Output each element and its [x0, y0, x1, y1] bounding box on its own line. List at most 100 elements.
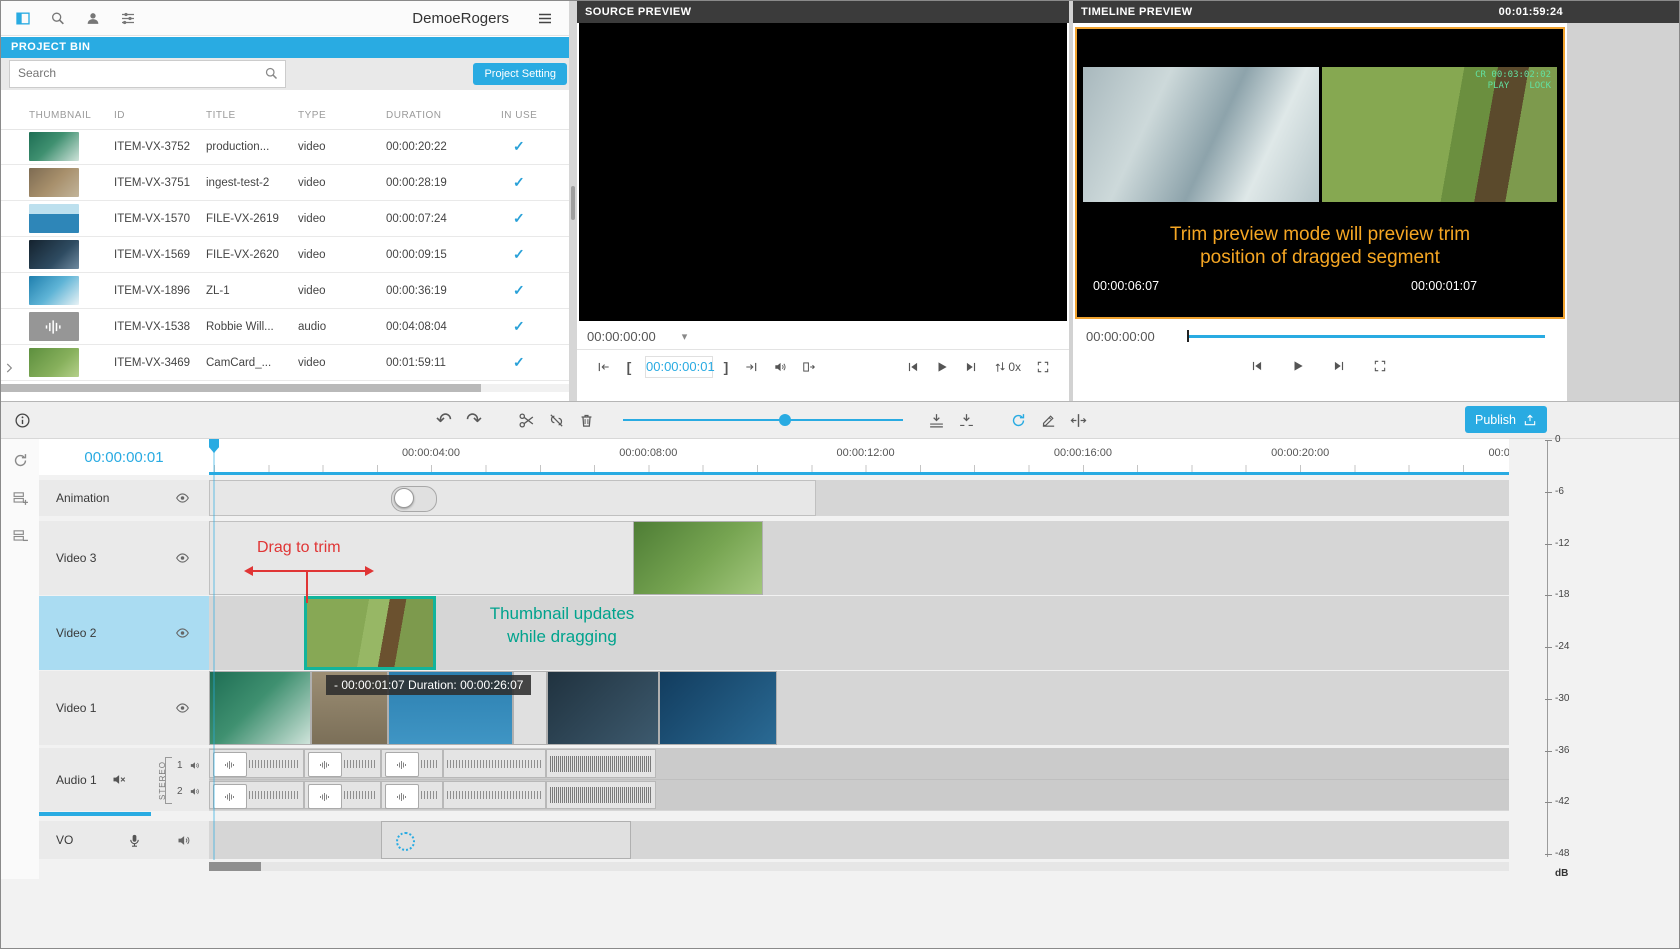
fullscreen-button[interactable] — [1367, 354, 1393, 378]
bin-row[interactable]: ITEM-VX-3469CamCard_...video00:01:59:11✓ — [1, 345, 569, 381]
audio-clip[interactable] — [546, 749, 656, 778]
bin-horizontal-scrollbar[interactable] — [1, 384, 569, 392]
vo-track-content — [209, 821, 1509, 859]
project-bin-panel: DemoeRogers PROJECT BIN Project Setting … — [1, 1, 570, 401]
goto-out-button[interactable] — [738, 355, 764, 379]
sync-button[interactable] — [1003, 405, 1033, 435]
bin-row[interactable]: ITEM-VX-1896ZL-1video00:00:36:19✓ — [1, 273, 569, 309]
skip-forward-button[interactable] — [1326, 354, 1352, 378]
mute-button[interactable] — [105, 771, 132, 788]
audio-clip[interactable] — [304, 781, 381, 809]
search-input[interactable] — [10, 61, 266, 85]
zoom-slider[interactable] — [623, 405, 903, 435]
clip-duration: 00:00:09:15 — [386, 249, 501, 261]
undo-button[interactable]: ↶ — [429, 405, 459, 435]
clip-id: ITEM-VX-1570 — [114, 213, 206, 225]
drag-to-trim-annotation: Drag to trim — [257, 539, 341, 557]
eye-icon — [174, 701, 191, 715]
source-timecode-field[interactable]: 00:00:00:01 — [645, 356, 713, 378]
timeline-clip[interactable] — [659, 671, 777, 745]
trim-mode-button[interactable] — [1063, 405, 1093, 435]
mark-out-button[interactable]: ] — [717, 355, 735, 379]
timeline-horizontal-scrollbar[interactable] — [209, 862, 1509, 871]
clip-id: ITEM-VX-1538 — [114, 321, 206, 333]
bin-row[interactable]: ITEM-VX-3751ingest-test-2video00:00:28:1… — [1, 165, 569, 201]
bin-row[interactable]: ITEM-VX-1570FILE-VX-2619video00:00:07:24… — [1, 201, 569, 237]
bin-column-headers: THUMBNAIL ID TITLE TYPE DURATION IN USE — [1, 101, 569, 130]
track-video1: Video 1 - 00:00:01:07 Duration: 00:00:26… — [1, 671, 1509, 745]
timeline-ruler[interactable]: 00:00:04:0000:00:08:0000:00:12:0000:00:1… — [209, 439, 1509, 475]
user-workflow-button[interactable] — [79, 5, 107, 31]
bin-row[interactable]: ITEM-VX-1569FILE-VX-2620video00:00:09:15… — [1, 237, 569, 273]
track-visibility-toggle[interactable] — [168, 625, 197, 641]
skip-back-button[interactable] — [900, 355, 926, 379]
timeline-clip[interactable] — [209, 671, 311, 745]
volume-button[interactable] — [767, 355, 793, 379]
search-box[interactable] — [9, 60, 286, 88]
audio-clip[interactable] — [381, 749, 443, 778]
slider-knob[interactable] — [779, 414, 791, 426]
track-label: Video 1 — [56, 701, 168, 715]
cut-button[interactable] — [511, 405, 541, 435]
scrollbar-thumb[interactable] — [1, 384, 481, 392]
goto-in-button[interactable] — [591, 355, 617, 379]
play-button[interactable] — [1285, 354, 1311, 378]
timeline-clip[interactable] — [381, 821, 631, 859]
insert-edit-button[interactable] — [921, 405, 951, 435]
db-scale-label: -18 — [1555, 589, 1569, 601]
ruler-label: 00:00:20:00 — [1271, 447, 1329, 459]
scrubber-handle[interactable] — [1187, 330, 1189, 342]
audio-clip[interactable] — [381, 781, 443, 809]
audio-clip[interactable] — [546, 781, 656, 809]
resize-grip — [571, 186, 575, 220]
search-button[interactable] — [44, 5, 72, 31]
bin-row[interactable]: ITEM-VX-1538Robbie Will...audio00:04:08:… — [1, 309, 569, 345]
redo-button[interactable]: ↷ — [459, 405, 489, 435]
expand-row-icon[interactable] — [2, 361, 16, 380]
skip-back-button[interactable] — [1244, 354, 1270, 378]
mark-in-button[interactable]: [ — [620, 355, 638, 379]
unlink-button[interactable] — [541, 405, 571, 435]
razor-button[interactable] — [1033, 405, 1063, 435]
menu-button[interactable] — [531, 5, 559, 31]
layout-panels-button[interactable] — [9, 5, 37, 31]
timeline-clip[interactable] — [304, 596, 436, 670]
col-in-use: IN USE — [501, 110, 569, 121]
play-button[interactable] — [929, 355, 955, 379]
project-setting-button[interactable]: Project Setting — [473, 63, 567, 85]
timeline-clip[interactable] — [633, 521, 763, 595]
track-visibility-toggle[interactable] — [168, 490, 197, 506]
audio-clip[interactable] — [443, 781, 546, 809]
publish-button[interactable]: Publish — [1465, 406, 1547, 433]
settings-sliders-button[interactable] — [114, 5, 142, 31]
track-label: Audio 1 — [56, 773, 97, 787]
audio-clip[interactable] — [209, 749, 304, 778]
info-button[interactable] — [7, 405, 37, 435]
send-to-timeline-button[interactable] — [796, 355, 822, 379]
timeline-scrubber[interactable] — [1187, 330, 1545, 342]
clip-type: video — [298, 141, 386, 153]
fullscreen-button[interactable] — [1030, 355, 1056, 379]
audio-clip[interactable] — [304, 749, 381, 778]
playback-speed-control[interactable]: 0x — [987, 355, 1027, 379]
delete-button[interactable] — [571, 405, 601, 435]
scrollbar-thumb[interactable] — [209, 862, 261, 871]
track-visibility-toggle[interactable] — [168, 550, 197, 566]
timeline-clip[interactable] — [547, 671, 659, 745]
overwrite-edit-button[interactable] — [951, 405, 981, 435]
panel-resize-handle[interactable] — [569, 1, 577, 401]
audio-clip[interactable] — [443, 749, 546, 778]
track-visibility-toggle[interactable] — [168, 700, 197, 716]
playhead[interactable] — [209, 439, 219, 453]
clip-thumbnail — [29, 312, 114, 341]
chevron-down-icon[interactable]: ▾ — [682, 330, 688, 343]
fader-track[interactable] — [1547, 441, 1548, 857]
db-scale-label: -48 — [1555, 848, 1569, 860]
audio-clip[interactable] — [209, 781, 304, 809]
animation-segment[interactable] — [209, 480, 816, 516]
bin-row[interactable]: ITEM-VX-3752production...video00:00:20:2… — [1, 129, 569, 165]
record-voiceover-button[interactable] — [121, 832, 148, 849]
skip-forward-button[interactable] — [958, 355, 984, 379]
vo-volume-button[interactable] — [170, 832, 197, 849]
animation-toggle[interactable] — [391, 486, 437, 512]
